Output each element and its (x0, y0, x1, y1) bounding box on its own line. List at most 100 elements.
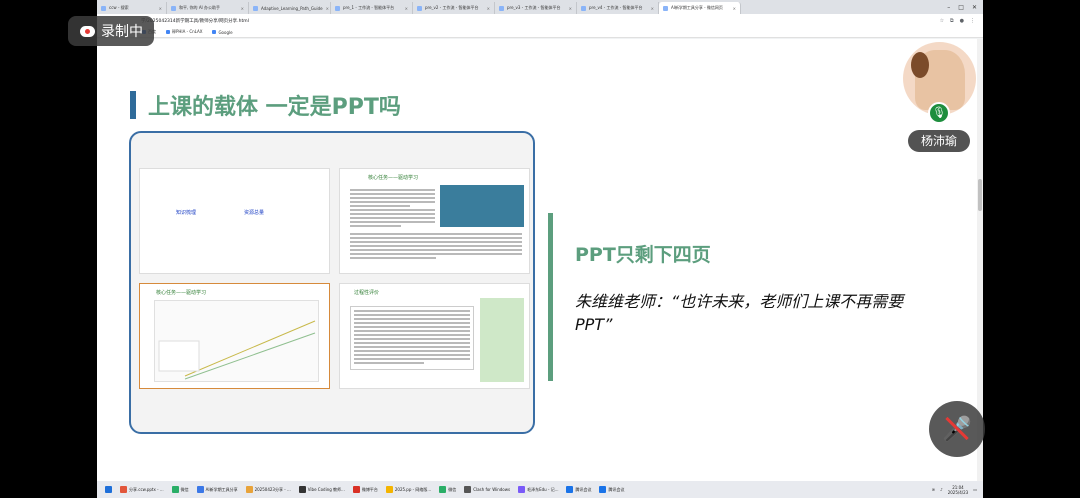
taskbar-item[interactable]: 分享.ccw.pptx - ... (116, 483, 168, 497)
taskbar-label: 微信 (448, 486, 457, 492)
slide-thumbnail[interactable]: 核心任务——驱动学习 (139, 283, 330, 389)
title-accent-bar (130, 91, 136, 119)
slide-text-block (350, 306, 474, 370)
browser-window: ccw - 搜索 × 和平, 你的 AI 办公助手 × Adaptive_Learn… (97, 0, 983, 498)
tab-strip: ccw - 搜索 × 和平, 你的 AI 办公助手 × Adaptive_Learn… (97, 0, 983, 14)
close-icon[interactable]: × (159, 6, 162, 11)
close-icon[interactable]: × (569, 6, 572, 11)
star-icon[interactable]: ☆ (940, 18, 944, 24)
app-icon (196, 486, 204, 493)
slides-grid-frame: 知识梳理 资源总量 核心任务——驱动学习 核心任务——驱动学习 过程性评价 (129, 131, 535, 434)
minimize-icon[interactable]: – (947, 4, 950, 11)
slide-image (440, 185, 524, 227)
tab-label: 和平, 你的 AI 办公助手 (179, 5, 221, 10)
scroll-thumb[interactable] (978, 179, 982, 211)
taskbar: 分享.ccw.pptx - ... 微信 AI新学期工具分享 20250423分… (97, 481, 983, 498)
tab-label: ccw - 搜索 (109, 5, 129, 10)
slide-thumbnail[interactable]: 核心任务——驱动学习 (339, 168, 530, 274)
menu-icon[interactable]: ⋮ (970, 18, 975, 24)
close-icon[interactable]: × (733, 6, 736, 11)
taskbar-label: 微信 (180, 486, 189, 492)
taskbar-label: 腾讯会议 (608, 486, 625, 492)
close-icon[interactable]: × (651, 6, 654, 11)
slide-link[interactable]: 资源总量 (244, 209, 264, 216)
favicon-icon (171, 5, 176, 11)
close-icon[interactable]: × (405, 6, 408, 11)
taskbar-item[interactable]: 腾讯会议 (595, 483, 628, 497)
tab-label: Adaptive_Learning_Path_Guide (261, 5, 323, 11)
tab[interactable]: pre_v4 - 工作流 - 智能体平台 × (577, 2, 659, 14)
profile-icon[interactable]: ● (960, 18, 964, 24)
mic-on-icon: 🎙 (928, 102, 950, 124)
taskbar-item[interactable]: 微信 (435, 483, 460, 497)
taskbar-label: 分享.ccw.pptx - ... (129, 486, 164, 492)
maximize-icon[interactable]: □ (958, 4, 964, 11)
clock-date: 2025/4/23 (947, 489, 969, 495)
taskbar-label: Clash for Windows (473, 487, 511, 492)
side-panel (158, 340, 200, 372)
tab[interactable]: ccw - 搜索 × (97, 2, 167, 14)
favicon-icon (417, 5, 422, 11)
tab[interactable]: pre_v2 - 工作流 - 智能体平台 × (413, 2, 495, 14)
taskbar-item[interactable]: Clash for Windows (460, 483, 514, 497)
notification-icon[interactable]: ▭ (973, 487, 977, 492)
extensions-icon[interactable]: ⧉ (950, 18, 954, 24)
bookmark-label: Google (218, 29, 233, 35)
tab[interactable]: pre_v3 - 工作流 - 智能体平台 × (495, 2, 577, 14)
close-window-icon[interactable]: ✕ (972, 4, 977, 11)
taskbar-item[interactable]: 毛泽东Edu - 记... (514, 483, 562, 497)
clock[interactable]: 21:04 2025/4/23 (948, 485, 969, 495)
app-icon (518, 486, 526, 493)
slide-thumbnail[interactable]: 知识梳理 资源总量 (139, 168, 330, 274)
tab[interactable]: Adaptive_Learning_Path_Guide × (249, 2, 331, 14)
app-icon (439, 486, 447, 493)
favicon-icon (101, 5, 106, 11)
slide-thumbnail[interactable]: 过程性评价 (339, 283, 530, 389)
taskbar-item[interactable]: AI新学期工具分享 (193, 483, 242, 497)
recording-label: 录制中 (101, 24, 143, 40)
app-icon (171, 486, 179, 493)
mute-button[interactable]: 🎤 (929, 401, 985, 457)
slide-text-block (350, 233, 522, 261)
tab-active[interactable]: AI新学期工具分享 - 微信网页 × (659, 2, 741, 14)
favicon-icon (581, 5, 586, 11)
recording-badge[interactable]: 录制中 (68, 16, 154, 46)
taskbar-item[interactable]: 腾讯会议 (562, 483, 595, 497)
tab[interactable]: pre_1 - 工作流 - 智能体平台 × (331, 2, 413, 14)
bookmark-item[interactable]: 释PHIA - CnLAX (166, 29, 202, 35)
app-icon (566, 486, 574, 493)
close-icon[interactable]: × (487, 6, 490, 11)
tab-label: pre_v4 - 工作流 - 智能体平台 (589, 5, 643, 10)
trend-line (184, 320, 316, 377)
system-tray: ≋ ♪ 21:04 2025/4/23 ▭ (932, 485, 983, 495)
taskbar-item[interactable]: 微博平台 (349, 483, 382, 497)
close-icon[interactable]: × (326, 6, 329, 11)
bookmark-icon (212, 30, 217, 34)
app-icon (385, 486, 393, 493)
bookmarks-bar: 百度 释PHIA - CnLAX Google (97, 27, 983, 38)
taskbar-item[interactable]: 20250423分享 - ... (242, 483, 295, 497)
tab[interactable]: 和平, 你的 AI 办公助手 × (167, 2, 249, 14)
bookmark-item[interactable]: Google (212, 29, 233, 35)
accent-bar (548, 213, 553, 381)
app-icon (120, 486, 127, 493)
bookmark-label: 释PHIA - CnLAX (172, 29, 203, 34)
tab-label: AI新学期工具分享 - 微信网页 (671, 5, 723, 10)
taskbar-label: 20250423分享 - ... (254, 486, 291, 492)
windows-icon (105, 486, 112, 493)
taskbar-item[interactable]: 2025.pp - 网络版... (382, 483, 435, 497)
url-text[interactable]: 学/2025042314新学期工具/教师分享/网页分享.html (141, 18, 249, 24)
start-button[interactable] (101, 483, 116, 497)
wifi-icon[interactable]: ≋ (932, 487, 935, 492)
address-bar[interactable]: 学/2025042314新学期工具/教师分享/网页分享.html ☆ ⧉ ● ⋮ (97, 14, 983, 27)
taskbar-item[interactable]: Vibe Coding 教师... (295, 483, 349, 497)
app-icon (352, 486, 360, 493)
window-controls: – □ ✕ (947, 4, 983, 11)
volume-icon[interactable]: ♪ (940, 487, 943, 492)
close-icon[interactable]: × (241, 6, 244, 11)
taskbar-item[interactable]: 微信 (168, 483, 193, 497)
app-icon (599, 486, 607, 493)
quote-text: 朱维维老师：“也许未来，老师们上课不再需要PPT” (575, 292, 904, 334)
chart-screenshot (154, 300, 319, 382)
slide-link[interactable]: 知识梳理 (176, 209, 196, 216)
